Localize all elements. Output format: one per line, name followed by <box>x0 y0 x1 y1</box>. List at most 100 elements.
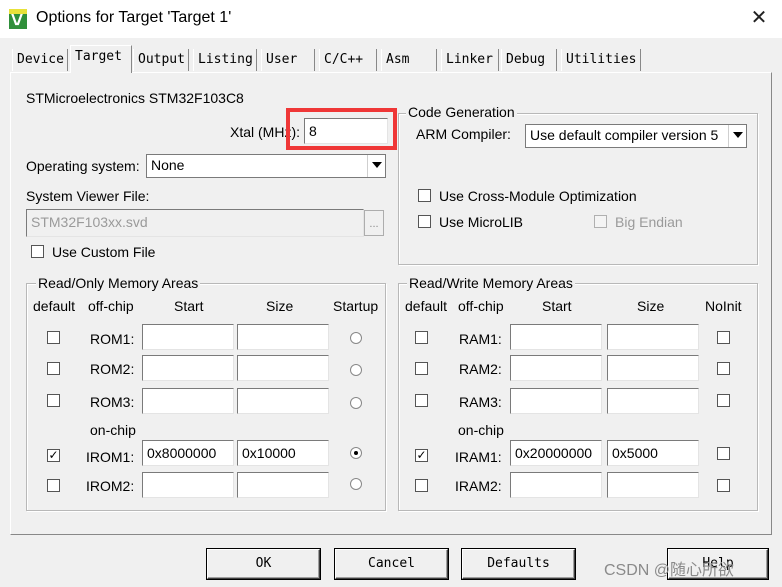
iram2-start-input[interactable] <box>510 472 602 498</box>
irom2-label: IROM2: <box>86 478 135 494</box>
watermark: CSDN @随心所欲 <box>604 562 735 579</box>
cross-module-checkbox[interactable] <box>418 189 431 202</box>
rom3-start-input[interactable] <box>142 388 234 414</box>
compiler-label: ARM Compiler: <box>416 126 511 142</box>
irom2-startup-radio[interactable] <box>350 478 362 490</box>
irom1-start-input[interactable]: 0x8000000 <box>142 440 234 466</box>
iram2-size-input[interactable] <box>607 472 699 498</box>
os-select[interactable]: None <box>146 154 386 178</box>
tab-cc[interactable]: C/C++ <box>319 49 377 71</box>
tab-asm[interactable]: Asm <box>381 49 437 71</box>
ram3-default-checkbox[interactable] <box>415 394 428 407</box>
tab-device[interactable]: Device <box>12 49 68 71</box>
close-icon[interactable]: ✕ <box>740 2 778 34</box>
rom-areas-title: Read/Only Memory Areas <box>36 275 201 291</box>
defaults-button[interactable]: Defaults <box>462 549 575 579</box>
irom2-size-input[interactable] <box>237 472 329 498</box>
rom1-label: ROM1: <box>90 331 135 347</box>
cross-module-label: Use Cross-Module Optimization <box>439 188 637 204</box>
rom-header-start: Start <box>174 298 204 314</box>
tab-output[interactable]: Output <box>133 49 189 71</box>
iram2-label: IRAM2: <box>455 478 502 494</box>
ram3-size-input[interactable] <box>607 388 699 414</box>
rom3-default-checkbox[interactable] <box>47 394 60 407</box>
ram3-noinit-checkbox[interactable] <box>717 394 730 407</box>
ram2-noinit-checkbox[interactable] <box>717 362 730 375</box>
tab-debug[interactable]: Debug <box>501 49 557 71</box>
window-title: Options for Target 'Target 1' <box>36 9 232 26</box>
ram1-size-input[interactable] <box>607 324 699 350</box>
rom1-size-input[interactable] <box>237 324 329 350</box>
rom-onchip-label: on-chip <box>90 422 136 438</box>
rom1-default-checkbox[interactable] <box>47 331 60 344</box>
svd-input[interactable]: STM32F103xx.svd <box>26 209 364 237</box>
os-label: Operating system: <box>26 158 140 174</box>
iram1-default-checkbox[interactable]: ✓ <box>415 449 428 462</box>
rom2-startup-radio[interactable] <box>350 364 362 376</box>
irom1-default-checkbox[interactable]: ✓ <box>47 449 60 462</box>
irom1-startup-radio[interactable] <box>350 447 362 459</box>
irom2-default-checkbox[interactable] <box>47 479 60 492</box>
cancel-button[interactable]: Cancel <box>335 549 448 579</box>
ram-header-size: Size <box>637 298 665 314</box>
rom2-label: ROM2: <box>90 361 135 377</box>
ram1-start-input[interactable] <box>510 324 602 350</box>
ram3-label: RAM3: <box>459 394 502 410</box>
browse-button[interactable]: ... <box>364 210 384 236</box>
ram-header-noinit: NoInit <box>705 298 742 314</box>
rom-header-size: Size <box>266 298 294 314</box>
rom2-start-input[interactable] <box>142 355 234 381</box>
microlib-checkbox[interactable] <box>418 215 431 228</box>
rom1-startup-radio[interactable] <box>350 332 362 344</box>
title-bar: Options for Target 'Target 1' ✕ <box>0 0 782 38</box>
rom3-size-input[interactable] <box>237 388 329 414</box>
rom-header-offchip: off-chip <box>88 298 134 314</box>
ram2-size-input[interactable] <box>607 355 699 381</box>
device-name: STMicroelectronics STM32F103C8 <box>26 90 244 106</box>
chevron-down-icon[interactable] <box>367 155 385 177</box>
ram2-default-checkbox[interactable] <box>415 362 428 375</box>
ram1-default-checkbox[interactable] <box>415 331 428 344</box>
iram1-label: IRAM1: <box>455 449 502 465</box>
rom2-default-checkbox[interactable] <box>47 362 60 375</box>
iram1-noinit-checkbox[interactable] <box>717 447 730 460</box>
ram-header-default: default <box>405 298 448 314</box>
tab-target[interactable]: Target <box>70 45 132 73</box>
iram1-size-input[interactable]: 0x5000 <box>607 440 699 466</box>
ram-header-start: Start <box>542 298 572 314</box>
keil-uvision-icon <box>9 9 27 29</box>
ram3-start-input[interactable] <box>510 388 602 414</box>
ram-onchip-label: on-chip <box>458 422 504 438</box>
tab-utilities[interactable]: Utilities <box>561 49 641 71</box>
ram2-label: RAM2: <box>459 361 502 377</box>
compiler-select[interactable]: Use default compiler version 5 <box>525 124 747 148</box>
tab-linker[interactable]: Linker <box>441 49 499 71</box>
rom-header-default: default <box>33 298 76 314</box>
big-endian-label: Big Endian <box>615 214 683 230</box>
rom1-start-input[interactable] <box>142 324 234 350</box>
custom-file-checkbox[interactable] <box>31 245 44 258</box>
rom-header-startup: Startup <box>333 298 379 314</box>
chevron-down-icon[interactable] <box>728 125 746 147</box>
irom2-start-input[interactable] <box>142 472 234 498</box>
highlight-box <box>286 108 397 150</box>
big-endian-checkbox[interactable] <box>594 215 607 228</box>
rom3-startup-radio[interactable] <box>350 397 362 409</box>
iram1-start-input[interactable]: 0x20000000 <box>510 440 602 466</box>
microlib-label: Use MicroLIB <box>439 214 524 230</box>
tab-user[interactable]: User <box>261 49 315 71</box>
ok-button[interactable]: OK <box>207 549 320 579</box>
rom3-label: ROM3: <box>90 394 135 410</box>
irom1-size-input[interactable]: 0x10000 <box>237 440 329 466</box>
ram-areas-title: Read/Write Memory Areas <box>407 275 575 291</box>
iram2-noinit-checkbox[interactable] <box>717 479 730 492</box>
compiler-select-value: Use default compiler version 5 <box>530 127 719 143</box>
ram1-noinit-checkbox[interactable] <box>717 331 730 344</box>
iram2-default-checkbox[interactable] <box>415 479 428 492</box>
tab-listing[interactable]: Listing <box>193 49 257 71</box>
svd-label: System Viewer File: <box>26 188 150 204</box>
ram2-start-input[interactable] <box>510 355 602 381</box>
ram1-label: RAM1: <box>459 331 502 347</box>
rom2-size-input[interactable] <box>237 355 329 381</box>
irom1-label: IROM1: <box>86 449 135 465</box>
